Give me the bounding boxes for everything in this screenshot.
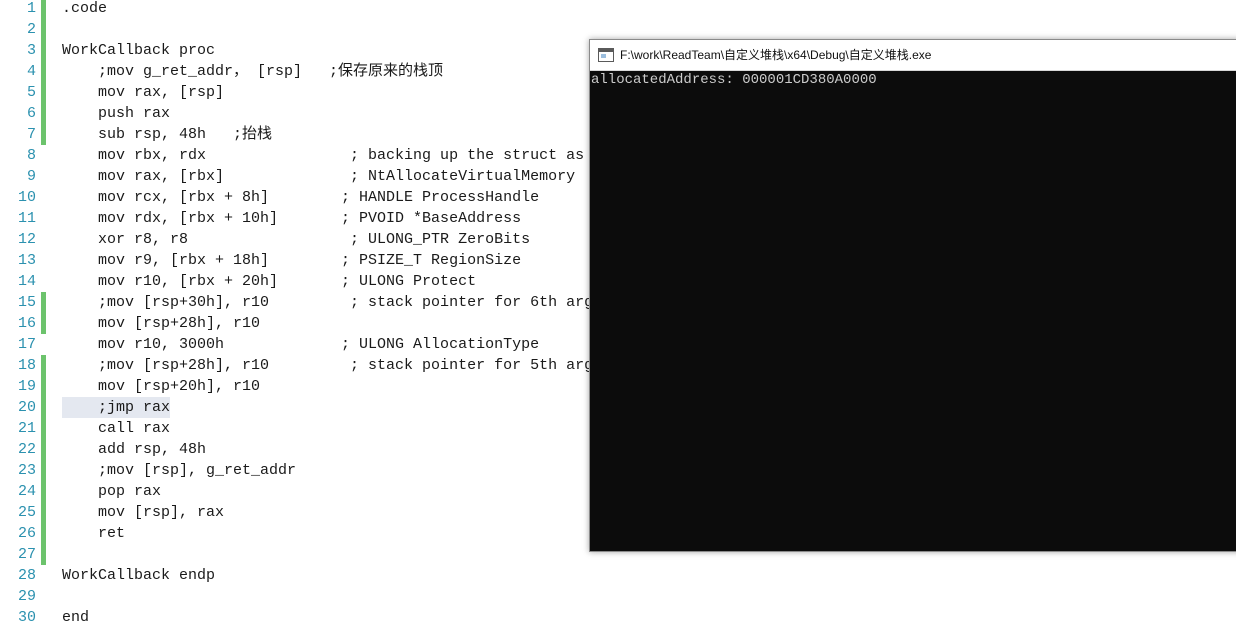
change-marker <box>41 523 46 544</box>
change-marker <box>41 82 46 103</box>
change-marker <box>41 481 46 502</box>
change-marker <box>41 40 46 61</box>
change-marker <box>41 19 46 40</box>
line-number: 16 <box>17 315 36 332</box>
line-number: 19 <box>17 378 36 395</box>
code-text[interactable]: pop rax <box>62 481 161 502</box>
change-marker <box>41 103 46 124</box>
line-number: 10 <box>17 189 36 206</box>
code-text[interactable]: mov rax, [rbx] ; NtAllocateVirtualMemory <box>62 166 575 187</box>
code-text[interactable]: end <box>62 607 89 628</box>
line-number: 13 <box>17 252 36 269</box>
console-app-icon <box>598 48 614 62</box>
code-text[interactable]: mov [rsp], rax <box>62 502 224 523</box>
code-line[interactable]: 1 .code <box>0 0 1236 19</box>
line-number: 3 <box>26 42 36 59</box>
line-number: 22 <box>17 441 36 458</box>
change-marker <box>41 313 46 334</box>
line-number: 14 <box>17 273 36 290</box>
line-number: 27 <box>17 546 36 563</box>
code-text[interactable]: sub rsp, 48h ;抬栈 <box>62 124 272 145</box>
code-text[interactable]: push rax <box>62 103 170 124</box>
code-text[interactable]: mov [rsp+20h], r10 <box>62 376 260 397</box>
line-number: 26 <box>17 525 36 542</box>
change-marker <box>41 439 46 460</box>
line-number: 12 <box>17 231 36 248</box>
code-line[interactable]: 28 WorkCallback endp <box>0 565 1236 586</box>
line-number: 8 <box>26 147 36 164</box>
code-line[interactable]: 29 <box>0 586 1236 607</box>
code-text[interactable]: ;jmp rax <box>62 397 171 418</box>
line-number: 5 <box>26 84 36 101</box>
line-number: 30 <box>17 609 36 626</box>
code-text[interactable]: mov rax, [rsp] <box>62 82 224 103</box>
change-marker <box>41 355 46 376</box>
line-number: 1 <box>26 0 36 17</box>
code-text[interactable]: call rax <box>62 418 170 439</box>
line-number: 21 <box>17 420 36 437</box>
line-number: 4 <box>26 63 36 80</box>
code-text[interactable]: mov [rsp+28h], r10 <box>62 313 260 334</box>
code-text[interactable]: ret <box>62 523 125 544</box>
line-number: 2 <box>26 21 36 38</box>
code-text[interactable]: .code <box>62 0 107 19</box>
change-marker <box>41 544 46 565</box>
change-marker <box>41 376 46 397</box>
line-number: 18 <box>17 357 36 374</box>
change-marker <box>41 61 46 82</box>
line-number: 17 <box>17 336 36 353</box>
line-number: 24 <box>17 483 36 500</box>
console-window-title: F:\work\ReadTeam\自定义堆栈\x64\Debug\自定义堆栈.e… <box>620 48 932 62</box>
line-number: 11 <box>17 210 36 227</box>
code-text[interactable]: mov rdx, [rbx + 10h] ; PVOID *BaseAddres… <box>62 208 521 229</box>
line-number: 28 <box>17 567 36 584</box>
line-number: 9 <box>26 168 36 185</box>
code-text[interactable]: mov r10, [rbx + 20h] ; ULONG Protect <box>62 271 476 292</box>
console-window[interactable]: F:\work\ReadTeam\自定义堆栈\x64\Debug\自定义堆栈.e… <box>589 39 1236 552</box>
change-marker <box>41 460 46 481</box>
code-text[interactable]: ;mov [rsp], g_ret_addr <box>62 460 296 481</box>
console-titlebar[interactable]: F:\work\ReadTeam\自定义堆栈\x64\Debug\自定义堆栈.e… <box>590 40 1236 71</box>
line-number: 20 <box>17 399 36 416</box>
line-number: 6 <box>26 105 36 122</box>
code-text[interactable]: ;mov [rsp+28h], r10 ; stack pointer for … <box>62 355 593 376</box>
code-text[interactable]: mov r9, [rbx + 18h] ; PSIZE_T RegionSize <box>62 250 521 271</box>
change-marker <box>41 502 46 523</box>
line-number: 29 <box>17 588 36 605</box>
line-number: 7 <box>26 126 36 143</box>
code-text[interactable]: mov r10, 3000h ; ULONG AllocationType <box>62 334 539 355</box>
code-text[interactable]: add rsp, 48h <box>62 439 206 460</box>
code-text[interactable]: mov rbx, rdx ; backing up the struct as … <box>62 145 611 166</box>
change-marker <box>41 0 46 19</box>
code-line[interactable]: 30 end <box>0 607 1236 628</box>
line-number: 23 <box>17 462 36 479</box>
code-text[interactable]: WorkCallback endp <box>62 565 215 586</box>
line-number: 15 <box>17 294 36 311</box>
code-text[interactable]: WorkCallback proc <box>62 40 215 61</box>
code-text[interactable]: ;mov g_ret_addr， [rsp] ;保存原来的栈顶 <box>62 61 443 82</box>
console-output: allocatedAddress: 000001CD380A0000 <box>591 72 877 88</box>
code-text[interactable]: xor r8, r8 ; ULONG_PTR ZeroBits <box>62 229 530 250</box>
change-marker <box>41 124 46 145</box>
line-number: 25 <box>17 504 36 521</box>
code-line[interactable]: 2 <box>0 19 1236 40</box>
change-marker <box>41 292 46 313</box>
change-marker <box>41 397 46 418</box>
code-text[interactable]: mov rcx, [rbx + 8h] ; HANDLE ProcessHand… <box>62 187 539 208</box>
code-text[interactable]: ;mov [rsp+30h], r10 ; stack pointer for … <box>62 292 593 313</box>
change-marker <box>41 418 46 439</box>
